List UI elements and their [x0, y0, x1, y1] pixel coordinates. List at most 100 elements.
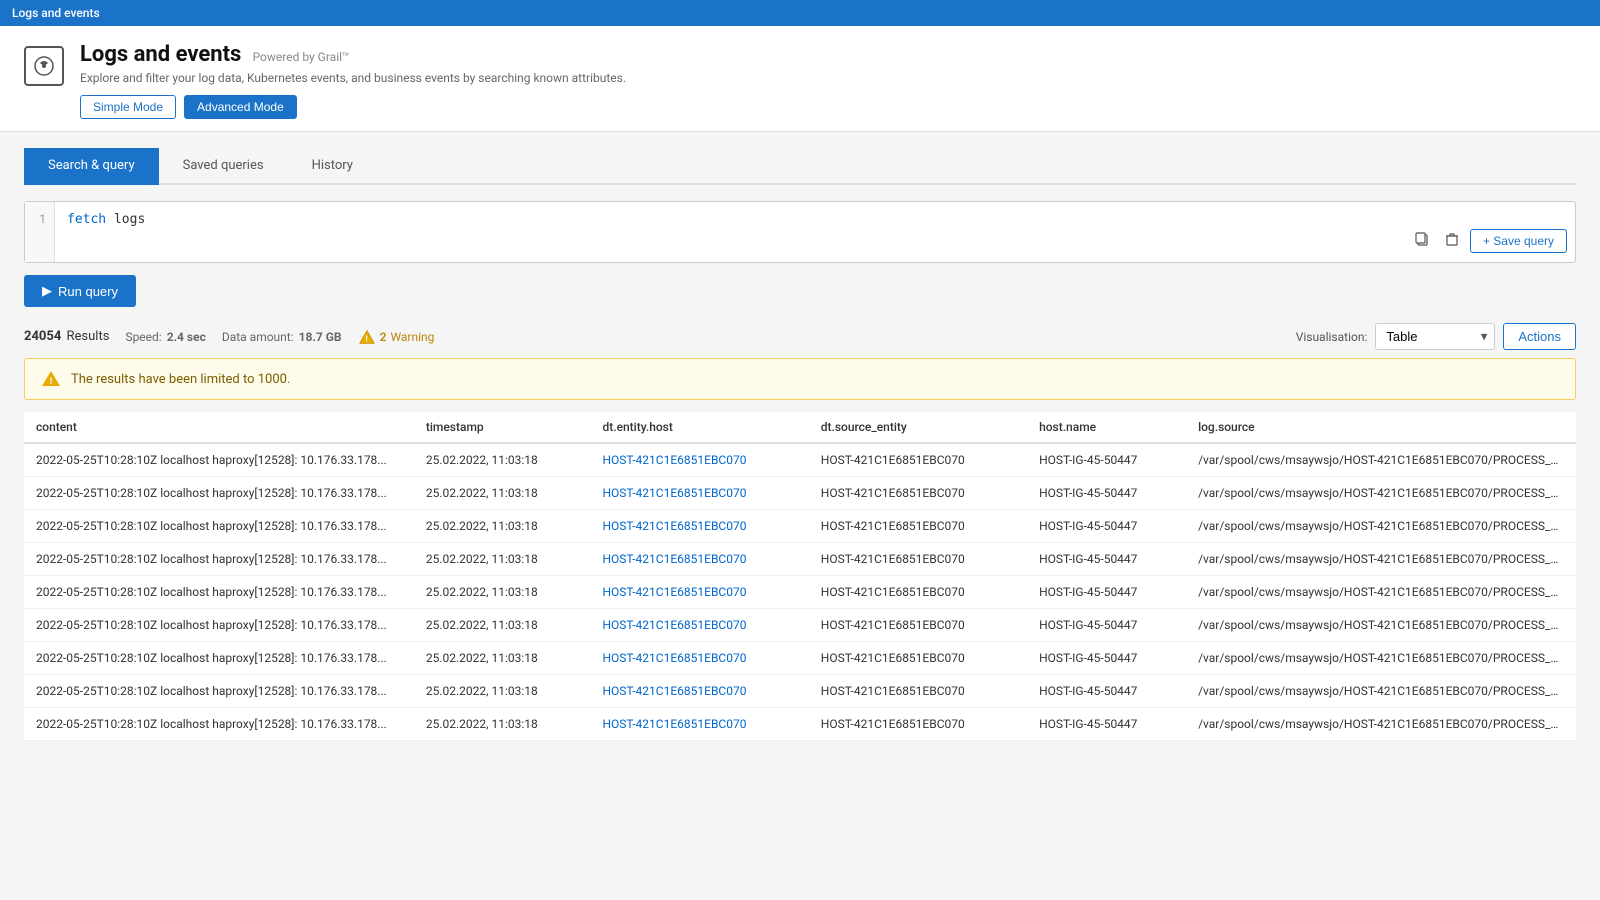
table-row[interactable]: 2022-05-25T10:28:10Z localhost haproxy[1… — [24, 642, 1576, 675]
cell-source-entity-7: HOST-421C1E6851EBC070 — [809, 675, 1027, 708]
cell-entity-host-7[interactable]: HOST-421C1E6851EBC070 — [590, 675, 808, 708]
col-header-hostname: host.name — [1027, 412, 1186, 443]
cell-timestamp-3: 25.02.2022, 11:03:18 — [414, 543, 591, 576]
cell-hostname-8: HOST-IG-45-50447 — [1027, 708, 1186, 741]
col-header-entity-host: dt.entity.host — [590, 412, 808, 443]
visualisation-control: Visualisation: Table Bar chart Line char… — [1296, 323, 1576, 350]
page-title-row: Logs and events Powered by Grail™ — [80, 42, 1576, 67]
run-query-button[interactable]: ▶ Run query — [24, 275, 136, 307]
cell-timestamp-8: 25.02.2022, 11:03:18 — [414, 708, 591, 741]
query-rest: logs — [106, 212, 145, 227]
cell-source-entity-8: HOST-421C1E6851EBC070 — [809, 708, 1027, 741]
entity-link-6[interactable]: HOST-421C1E6851EBC070 — [602, 651, 746, 665]
entity-link-1[interactable]: HOST-421C1E6851EBC070 — [602, 486, 746, 500]
mode-buttons: Simple Mode Advanced Mode — [80, 95, 1576, 119]
query-text-area[interactable]: fetch logs — [55, 202, 1575, 262]
cell-content-3: 2022-05-25T10:28:10Z localhost haproxy[1… — [24, 543, 414, 576]
table-row[interactable]: 2022-05-25T10:28:10Z localhost haproxy[1… — [24, 443, 1576, 477]
table-header: content timestamp dt.entity.host dt.sour… — [24, 412, 1576, 443]
cell-entity-host-0[interactable]: HOST-421C1E6851EBC070 — [590, 443, 808, 477]
cell-source-entity-1: HOST-421C1E6851EBC070 — [809, 477, 1027, 510]
cell-content-1: 2022-05-25T10:28:10Z localhost haproxy[1… — [24, 477, 414, 510]
tabs: Search & query Saved queries History — [24, 148, 1576, 185]
cell-logsource-3: /var/spool/cws/msaywsjo/HOST-421C1E6851E… — [1186, 543, 1576, 576]
cell-timestamp-0: 25.02.2022, 11:03:18 — [414, 443, 591, 477]
table-row[interactable]: 2022-05-25T10:28:10Z localhost haproxy[1… — [24, 708, 1576, 741]
cell-entity-host-1[interactable]: HOST-421C1E6851EBC070 — [590, 477, 808, 510]
cell-hostname-1: HOST-IG-45-50447 — [1027, 477, 1186, 510]
cell-timestamp-7: 25.02.2022, 11:03:18 — [414, 675, 591, 708]
cell-hostname-6: HOST-IG-45-50447 — [1027, 642, 1186, 675]
cell-logsource-2: /var/spool/cws/msaywsjo/HOST-421C1E6851E… — [1186, 510, 1576, 543]
table-row[interactable]: 2022-05-25T10:28:10Z localhost haproxy[1… — [24, 477, 1576, 510]
visualisation-label: Visualisation: — [1296, 330, 1368, 344]
svg-text:!: ! — [50, 377, 52, 387]
page-powered-by: Powered by Grail™ — [253, 50, 350, 64]
page-title: Logs and events — [80, 42, 241, 67]
svg-text:!: ! — [365, 333, 367, 343]
data-amount-meta: Data amount: 18.7 GB — [222, 330, 342, 344]
table-body: 2022-05-25T10:28:10Z localhost haproxy[1… — [24, 443, 1576, 741]
cell-logsource-0: /var/spool/cws/msaywsjo/HOST-421C1E6851E… — [1186, 443, 1576, 477]
entity-link-8[interactable]: HOST-421C1E6851EBC070 — [602, 717, 746, 731]
browser-title: Logs and events — [12, 6, 100, 20]
advanced-mode-button[interactable]: Advanced Mode — [184, 95, 297, 119]
entity-link-4[interactable]: HOST-421C1E6851EBC070 — [602, 585, 746, 599]
query-editor-inner: 1 fetch logs — [25, 202, 1575, 262]
cell-hostname-3: HOST-IG-45-50447 — [1027, 543, 1186, 576]
col-header-source-entity: dt.source_entity — [809, 412, 1027, 443]
cell-entity-host-8[interactable]: HOST-421C1E6851EBC070 — [590, 708, 808, 741]
delete-query-button[interactable] — [1440, 227, 1464, 254]
visualisation-select[interactable]: Table Bar chart Line chart — [1375, 323, 1495, 350]
cell-timestamp-1: 25.02.2022, 11:03:18 — [414, 477, 591, 510]
entity-link-3[interactable]: HOST-421C1E6851EBC070 — [602, 552, 746, 566]
cell-timestamp-4: 25.02.2022, 11:03:18 — [414, 576, 591, 609]
cell-source-entity-2: HOST-421C1E6851EBC070 — [809, 510, 1027, 543]
cell-entity-host-5[interactable]: HOST-421C1E6851EBC070 — [590, 609, 808, 642]
cell-hostname-7: HOST-IG-45-50447 — [1027, 675, 1186, 708]
cell-content-5: 2022-05-25T10:28:10Z localhost haproxy[1… — [24, 609, 414, 642]
entity-link-0[interactable]: HOST-421C1E6851EBC070 — [602, 453, 746, 467]
entity-link-7[interactable]: HOST-421C1E6851EBC070 — [602, 684, 746, 698]
table-row[interactable]: 2022-05-25T10:28:10Z localhost haproxy[1… — [24, 609, 1576, 642]
table-row[interactable]: 2022-05-25T10:28:10Z localhost haproxy[1… — [24, 510, 1576, 543]
cell-source-entity-3: HOST-421C1E6851EBC070 — [809, 543, 1027, 576]
cell-content-6: 2022-05-25T10:28:10Z localhost haproxy[1… — [24, 642, 414, 675]
actions-button[interactable]: Actions — [1503, 323, 1576, 350]
col-header-logsource: log.source — [1186, 412, 1576, 443]
tab-search-query[interactable]: Search & query — [24, 148, 159, 185]
results-count: 24054 Results — [24, 329, 109, 344]
warning-banner-message: The results have been limited to 1000. — [71, 372, 290, 387]
cell-timestamp-5: 25.02.2022, 11:03:18 — [414, 609, 591, 642]
cell-logsource-6: /var/spool/cws/msaywsjo/HOST-421C1E6851E… — [1186, 642, 1576, 675]
visualisation-select-wrap: Table Bar chart Line chart — [1375, 323, 1495, 350]
cell-logsource-5: /var/spool/cws/msaywsjo/HOST-421C1E6851E… — [1186, 609, 1576, 642]
cell-timestamp-6: 25.02.2022, 11:03:18 — [414, 642, 591, 675]
table-row[interactable]: 2022-05-25T10:28:10Z localhost haproxy[1… — [24, 675, 1576, 708]
speed-meta: Speed: 2.4 sec — [125, 330, 205, 344]
cell-logsource-1: /var/spool/cws/msaywsjo/HOST-421C1E6851E… — [1186, 477, 1576, 510]
cell-logsource-7: /var/spool/cws/msaywsjo/HOST-421C1E6851E… — [1186, 675, 1576, 708]
warning-banner-icon: ! — [41, 369, 61, 389]
cell-content-7: 2022-05-25T10:28:10Z localhost haproxy[1… — [24, 675, 414, 708]
tab-history[interactable]: History — [288, 148, 377, 185]
query-actions: + Save query — [1410, 227, 1567, 254]
save-query-button[interactable]: + Save query — [1470, 229, 1567, 253]
entity-link-2[interactable]: HOST-421C1E6851EBC070 — [602, 519, 746, 533]
cell-source-entity-5: HOST-421C1E6851EBC070 — [809, 609, 1027, 642]
line-numbers: 1 — [25, 202, 55, 262]
tab-saved-queries[interactable]: Saved queries — [159, 148, 288, 185]
simple-mode-button[interactable]: Simple Mode — [80, 95, 176, 119]
cell-hostname-0: HOST-IG-45-50447 — [1027, 443, 1186, 477]
table-row[interactable]: 2022-05-25T10:28:10Z localhost haproxy[1… — [24, 576, 1576, 609]
cell-content-4: 2022-05-25T10:28:10Z localhost haproxy[1… — [24, 576, 414, 609]
entity-link-5[interactable]: HOST-421C1E6851EBC070 — [602, 618, 746, 632]
table-row[interactable]: 2022-05-25T10:28:10Z localhost haproxy[1… — [24, 543, 1576, 576]
cell-entity-host-6[interactable]: HOST-421C1E6851EBC070 — [590, 642, 808, 675]
cell-entity-host-4[interactable]: HOST-421C1E6851EBC070 — [590, 576, 808, 609]
cell-entity-host-2[interactable]: HOST-421C1E6851EBC070 — [590, 510, 808, 543]
cell-content-8: 2022-05-25T10:28:10Z localhost haproxy[1… — [24, 708, 414, 741]
copy-query-button[interactable] — [1410, 227, 1434, 254]
cell-entity-host-3[interactable]: HOST-421C1E6851EBC070 — [590, 543, 808, 576]
warning-banner: ! The results have been limited to 1000. — [24, 358, 1576, 400]
